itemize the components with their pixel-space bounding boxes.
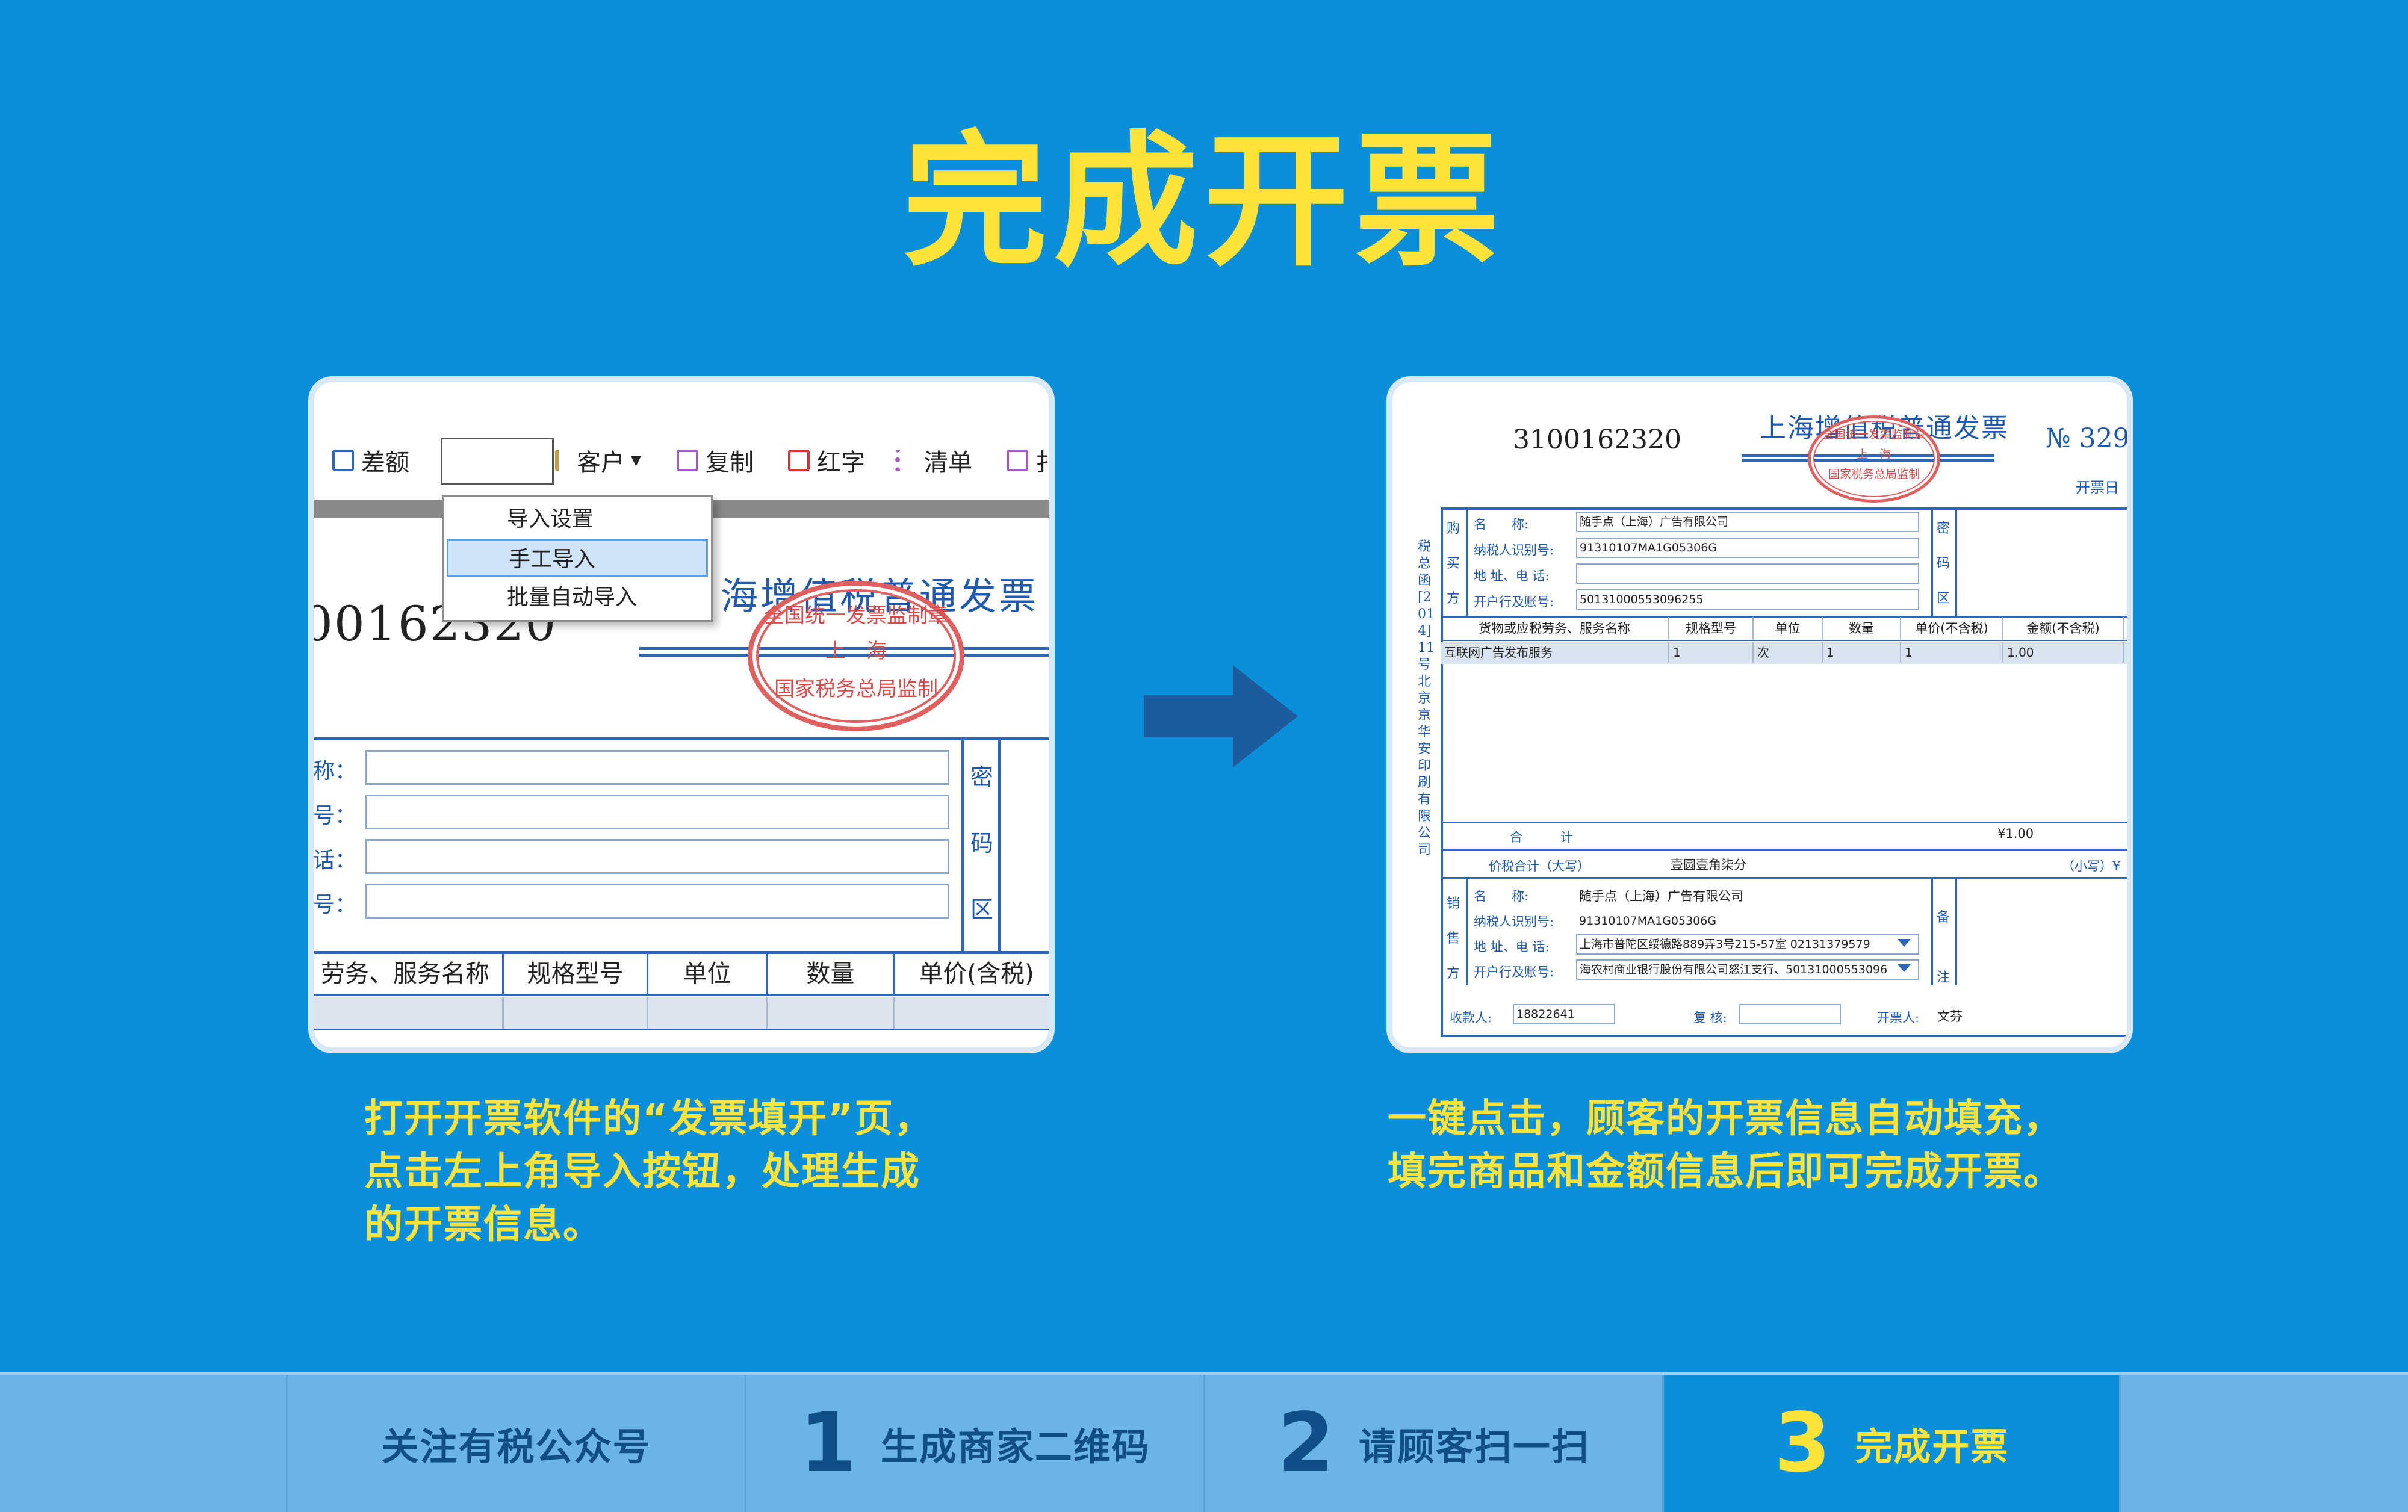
buyer-tax-id-field[interactable]: 91310107MA1G05306G bbox=[1576, 538, 1919, 558]
tie-icon bbox=[555, 450, 569, 471]
issuer-value: 文芬 bbox=[1937, 1009, 1963, 1024]
total-label: 合 计 bbox=[1510, 830, 1573, 844]
buyer-tax-id-field[interactable] bbox=[365, 795, 949, 829]
step-follow-account[interactable]: 关注有税公众号 bbox=[286, 1375, 745, 1512]
seller-account-select[interactable]: 海农村商业银行股份有限公司怒江支行、50131000553096 bbox=[1576, 959, 1919, 980]
buyer-tag: 购 买 方 bbox=[1446, 521, 1460, 606]
toolbar-red-button[interactable]: 红字 bbox=[788, 439, 865, 482]
step-complete-invoice[interactable]: 3 完成开票 bbox=[1662, 1375, 2121, 1512]
tax-total-label: 价税合计（大写） bbox=[1489, 859, 1590, 873]
buyer-account-field[interactable]: 50131000553096255 bbox=[1576, 589, 1919, 610]
chevron-down-icon bbox=[1898, 939, 1911, 947]
step-generate-qr[interactable]: 1 生成商家二维码 bbox=[745, 1375, 1203, 1512]
review-field[interactable] bbox=[1739, 1004, 1841, 1024]
arrow-right-icon bbox=[1144, 665, 1298, 767]
left-caption: 打开开票软件的“发票填开”页， 点击左上角导入按钮，处理生成 的开票信息。 bbox=[364, 1097, 934, 1247]
review-label: 复 核: bbox=[1693, 1011, 1727, 1025]
import-dropdown-menu: 导入设置 手工导入 批量自动导入 bbox=[442, 495, 713, 622]
copy-icon bbox=[677, 450, 698, 471]
payee-field[interactable]: 18822641 bbox=[1513, 1004, 1615, 1024]
issuer-label: 开票人: bbox=[1877, 1011, 1920, 1025]
payee-label: 收款人: bbox=[1450, 1011, 1492, 1025]
step-customer-scan[interactable]: 2 请顾客扫一扫 bbox=[1203, 1375, 1662, 1512]
toolbar: 差额 导入 ▼ 客户 ▼ 复制 红字 清单 扌 bbox=[314, 439, 1049, 482]
toolbar-copy-button[interactable]: 复制 bbox=[677, 439, 754, 482]
invoice-no-label: № 329 bbox=[2046, 423, 2130, 454]
total-value: ¥1.00 bbox=[1997, 826, 2034, 841]
red-invoice-icon bbox=[788, 450, 810, 471]
table-row[interactable]: 互联网广告发布服务 1 次 1 1 1.00 bbox=[1441, 642, 2127, 664]
buyer-address-field[interactable] bbox=[365, 839, 949, 874]
issue-date-label: 开票日 bbox=[2076, 479, 2119, 496]
printer-side-text: 税总函[2014]11号北京京华安印刷有限公司 bbox=[1418, 539, 1435, 858]
small-amount-label: （小写）¥ bbox=[2062, 859, 2121, 873]
seller-name-value: 随手点（上海）广告有限公司 bbox=[1579, 889, 1743, 903]
seller-tag: 销 售 方 bbox=[1446, 896, 1460, 981]
goods-table-header: 劳务、服务名称 规格型号 单位 数量 单价(含税) bbox=[314, 954, 1049, 996]
toolbar-difference-button[interactable]: 差额 bbox=[332, 439, 409, 482]
stamp-icon: 全国统一发票监制章 上 海 国家税务总局监制 bbox=[1808, 415, 1940, 503]
toolbar-list-button[interactable]: 清单 bbox=[895, 439, 972, 482]
steps-bar: 关注有税公众号 1 生成商家二维码 2 请顾客扫一扫 3 完成开票 bbox=[0, 1372, 2408, 1512]
difference-icon bbox=[332, 450, 354, 471]
buyer-address-field[interactable] bbox=[1576, 563, 1919, 584]
chevron-down-icon bbox=[1898, 964, 1911, 972]
buyer-name-field[interactable]: 随手点（上海）广告有限公司 bbox=[1576, 512, 1919, 532]
invoice-frame bbox=[1441, 507, 2127, 1037]
menu-item-import-settings[interactable]: 导入设置 bbox=[447, 501, 708, 538]
invoice-number: 3100162320 bbox=[1513, 424, 1681, 455]
toolbar-more-button[interactable]: 扌 bbox=[1007, 439, 1049, 482]
tax-total-value: 壹圆壹角柒分 bbox=[1671, 858, 1746, 872]
menu-item-manual-import[interactable]: 手工导入 bbox=[447, 539, 708, 577]
cipher-area-tag: 密 码 区 bbox=[1936, 521, 1950, 606]
list-icon bbox=[895, 450, 917, 471]
goods-table-header: 货物或应税劳务、服务名称 规格型号 单位 数量 单价(不含税) 金额(不含税) bbox=[1441, 617, 2127, 641]
menu-item-batch-import[interactable]: 批量自动导入 bbox=[447, 579, 708, 616]
seller-address-select[interactable]: 上海市普陀区绥德路889弄3号215-57室 02131379579 bbox=[1576, 934, 1919, 955]
right-caption: 一键点击，顾客的开票信息自动填充， 填完商品和金额信息后即可完成开票。 bbox=[1388, 1097, 2063, 1194]
stamp-icon: 全国统一发票监制章 上 海 国家税务总局监制 bbox=[748, 581, 964, 731]
toolbar-customer-button[interactable]: 客户 ▼ bbox=[555, 439, 641, 482]
seller-tax-id-value: 91310107MA1G05306G bbox=[1579, 914, 1717, 928]
buyer-account-field[interactable] bbox=[365, 884, 949, 919]
table-row[interactable] bbox=[314, 997, 1049, 1030]
chevron-down-icon: ▼ bbox=[631, 453, 641, 468]
filled-invoice-screenshot: 3100162320 上海增值税普通发票 № 329 开票日 全国统一发票监制章… bbox=[1386, 376, 2133, 1053]
more-icon bbox=[1007, 450, 1028, 471]
invoice-software-screenshot: 差额 导入 ▼ 客户 ▼ 复制 红字 清单 扌 海增值税普通发票 bbox=[308, 376, 1055, 1053]
import-button-highlight bbox=[441, 438, 554, 485]
page-title: 完成开票 bbox=[902, 117, 1505, 286]
remark-tag: 备 注 bbox=[1936, 910, 1950, 985]
buyer-name-field[interactable] bbox=[365, 750, 949, 785]
buyer-form: 称： 号： 话： 号： 密 码 区 bbox=[314, 737, 1049, 954]
